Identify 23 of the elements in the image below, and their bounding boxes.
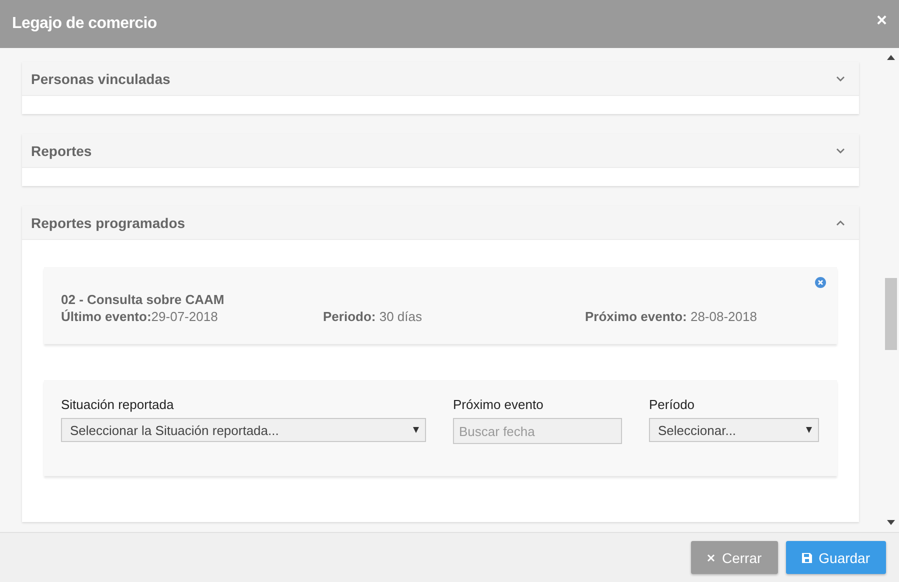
floppy-icon xyxy=(802,552,812,562)
report-detail: Próximo evento: 28-08-2018 xyxy=(585,309,758,324)
close-button[interactable]: Cerrar xyxy=(690,541,778,574)
close-icon xyxy=(706,554,715,562)
save-button[interactable]: Guardar xyxy=(786,541,886,574)
section-title: Personas vinculadas xyxy=(31,70,170,86)
section-title: Reportes programados xyxy=(31,214,186,230)
window-title: Legajo de comercio xyxy=(12,15,157,33)
field-label: Período xyxy=(649,397,696,412)
section-title: Reportes xyxy=(31,142,92,158)
field-label: Situación reportada xyxy=(61,397,175,412)
close-button[interactable]: × xyxy=(876,10,887,30)
chevron-down-icon xyxy=(836,76,845,82)
report-name: 02 - Consulta sobre CAAM xyxy=(61,292,226,307)
select-field[interactable]: Seleccionar... xyxy=(649,418,819,442)
report-detail: Periodo: 30 días xyxy=(323,309,423,324)
report-detail: Último evento:29-07-2018 xyxy=(61,309,219,324)
select-field[interactable]: Seleccionar la Situación reportada... xyxy=(61,418,426,442)
field-label: Próximo evento xyxy=(453,397,544,412)
chevron-up-icon xyxy=(836,220,845,226)
remove-icon[interactable] xyxy=(815,277,826,288)
date-field[interactable]: Buscar fecha xyxy=(453,418,622,444)
chevron-down-icon xyxy=(836,148,845,154)
